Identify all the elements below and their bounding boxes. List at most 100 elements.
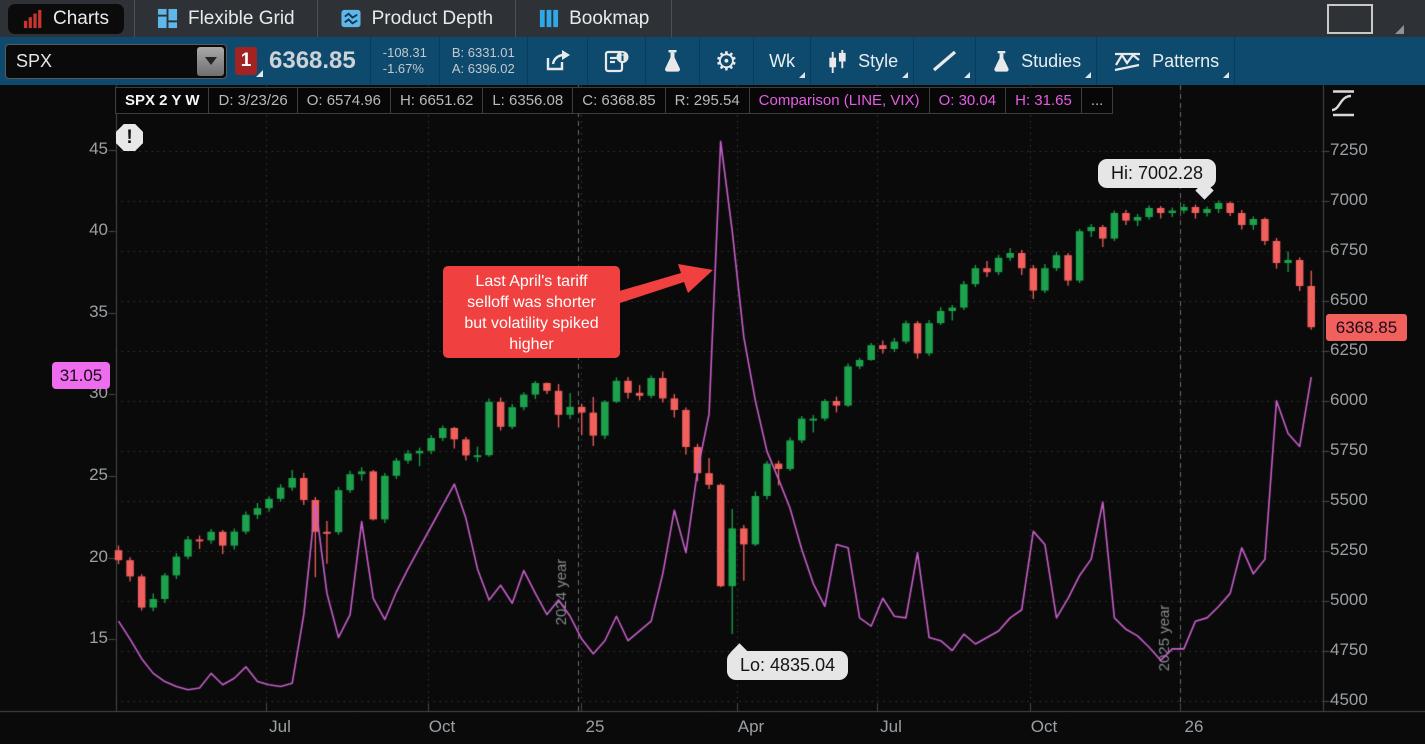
spx-last-price-badge: 6368.85 <box>1326 314 1407 341</box>
chart-settings-button[interactable]: ⚙ <box>700 37 753 85</box>
dropdown-corner-icon <box>799 72 805 78</box>
ask-value: A: 6396.02 <box>452 61 515 77</box>
callout-text-line: higher <box>443 334 620 355</box>
product-depth-icon <box>340 8 362 29</box>
chevron-down-icon <box>205 57 217 65</box>
flexible-grid-icon <box>157 8 178 29</box>
overflow-corner-icon <box>1395 25 1404 34</box>
right-axis-tick-label: 7000 <box>1330 190 1368 210</box>
bid-ask-stack: B: 6331.01 A: 6396.02 <box>440 45 527 77</box>
chart-header-cell-data: H: 6651.62 <box>391 87 483 114</box>
flask-icon <box>661 48 684 74</box>
tab-bookmap[interactable]: Bookmap <box>516 0 671 37</box>
left-axis-tick-label: 35 <box>40 302 108 322</box>
right-axis-tick-label: 7250 <box>1330 140 1368 160</box>
studies-label: Studies <box>1021 51 1081 72</box>
x-axis-tick-label: Jul <box>861 717 921 737</box>
symbol-input[interactable]: SPX <box>5 44 227 79</box>
tab-flexible-grid-label: Flexible Grid <box>188 8 295 30</box>
vix-last-value-badge: 31.05 <box>52 362 110 389</box>
x-axis-tick-label: Jul <box>250 717 310 737</box>
callout-text-line: but volatility spiked <box>443 313 620 334</box>
bookmap-icon <box>538 8 559 29</box>
trendline-icon <box>929 48 960 74</box>
left-axis-tick-label: 45 <box>40 139 108 159</box>
studies-button[interactable]: Studies <box>976 37 1096 85</box>
chart-header-cell-data: C: 6368.85 <box>573 87 665 114</box>
patterns-button[interactable]: Patterns <box>1097 37 1234 85</box>
right-axis-tick-label: 6500 <box>1330 290 1368 310</box>
tab-product-depth-label: Product Depth <box>372 8 493 30</box>
tariff-selloff-callout[interactable]: Last April's tariffselloff was shorterbu… <box>443 266 620 358</box>
right-axis-tick-label: 5750 <box>1330 440 1368 460</box>
badge-corner-icon <box>256 70 263 77</box>
toolbar-separator <box>1234 37 1235 85</box>
change-stack: -108.31 -1.67% <box>371 45 439 77</box>
timeframe-button[interactable]: Wk <box>754 37 810 85</box>
change-value: -108.31 <box>383 45 427 61</box>
patterns-icon <box>1112 49 1143 74</box>
tab-bar: Charts Flexible Grid Product Depth <box>0 0 1425 37</box>
low-price-bubble: Lo: 4835.04 <box>727 651 848 680</box>
gear-icon: ⚙ <box>715 48 738 74</box>
left-axis-tick-label: 40 <box>40 220 108 240</box>
chart-header-cell-title[interactable]: SPX 2 Y W <box>115 87 209 114</box>
detach-window-icon[interactable] <box>1327 4 1373 34</box>
chart-header-cell-data: O: 6574.96 <box>298 87 391 114</box>
right-axis-tick-label: 6000 <box>1330 390 1368 410</box>
x-axis-tick-label: Oct <box>412 717 472 737</box>
high-price-bubble: Hi: 7002.28 <box>1098 159 1216 188</box>
x-axis-tick-label: 25 <box>565 717 625 737</box>
share-button[interactable] <box>528 37 587 85</box>
callout-text-line: selloff was shorter <box>443 292 620 313</box>
left-axis-tick-label: 20 <box>40 547 108 567</box>
tab-separator <box>671 0 672 37</box>
chart-header-cell-comparison[interactable]: H: 31.65 <box>1006 87 1082 114</box>
chart-header-cell-comparison[interactable]: O: 30.04 <box>930 87 1007 114</box>
thinkorswim-charts-window: Charts Flexible Grid Product Depth <box>0 0 1425 744</box>
tab-charts-label: Charts <box>53 8 109 30</box>
dropdown-corner-icon <box>1223 72 1229 78</box>
dropdown-corner-icon <box>902 72 908 78</box>
chart-toolbar: SPX 1 6368.85 -108.31 -1.67% B: 6331.01 … <box>0 37 1425 85</box>
chart-header-cell-data: D: 3/23/26 <box>209 87 297 114</box>
symbol-dropdown-button[interactable] <box>197 47 224 76</box>
chart-header-cell-data: R: 295.54 <box>666 87 750 114</box>
left-axis-tick-label: 15 <box>40 628 108 648</box>
right-axis-tick-label: 6250 <box>1330 340 1368 360</box>
candlestick-style-icon <box>826 49 849 74</box>
right-axis-tick-label: 5000 <box>1330 590 1368 610</box>
callout-text-line: Last April's tariff <box>443 271 620 292</box>
change-percent: -1.67% <box>383 61 427 77</box>
last-price: 6368.85 <box>257 47 370 75</box>
right-axis-tick-label: 4500 <box>1330 690 1368 710</box>
alerts-badge[interactable]: 1 <box>235 47 257 75</box>
chart-header-cell-data: L: 6356.08 <box>483 87 573 114</box>
tab-charts[interactable]: Charts <box>8 4 124 34</box>
right-axis-tick-label: 5250 <box>1330 540 1368 560</box>
share-icon <box>543 49 572 74</box>
symbol-value: SPX <box>6 51 52 72</box>
right-axis-tick-label: 5500 <box>1330 490 1368 510</box>
quick-study-button[interactable] <box>646 37 699 85</box>
alert-warning-icon[interactable]: ! <box>116 124 143 151</box>
x-axis-tick-label: Oct <box>1014 717 1074 737</box>
chart-header-row[interactable]: SPX 2 Y WD: 3/23/26O: 6574.96H: 6651.62L… <box>115 87 1113 114</box>
drawing-tools-button[interactable] <box>914 37 975 85</box>
note-info-icon <box>603 49 630 74</box>
right-axis-tick-label: 6750 <box>1330 240 1368 260</box>
x-axis-tick-label: Apr <box>721 717 781 737</box>
chart-describer-button[interactable] <box>588 37 645 85</box>
flask-icon <box>991 49 1012 74</box>
patterns-label: Patterns <box>1152 51 1219 72</box>
header-curve-style-icon[interactable] <box>1327 88 1360 118</box>
tab-product-depth[interactable]: Product Depth <box>318 0 515 37</box>
alert-glyph: ! <box>126 127 132 149</box>
chart-header-cell-more[interactable]: ... <box>1082 87 1114 114</box>
style-button[interactable]: Style <box>811 37 913 85</box>
tab-bookmap-label: Bookmap <box>569 8 649 30</box>
tab-flexible-grid[interactable]: Flexible Grid <box>135 0 317 37</box>
alerts-count: 1 <box>241 50 252 72</box>
x-axis-tick-label: 26 <box>1164 717 1224 737</box>
chart-header-cell-comparison[interactable]: Comparison (LINE, VIX) <box>750 87 930 114</box>
